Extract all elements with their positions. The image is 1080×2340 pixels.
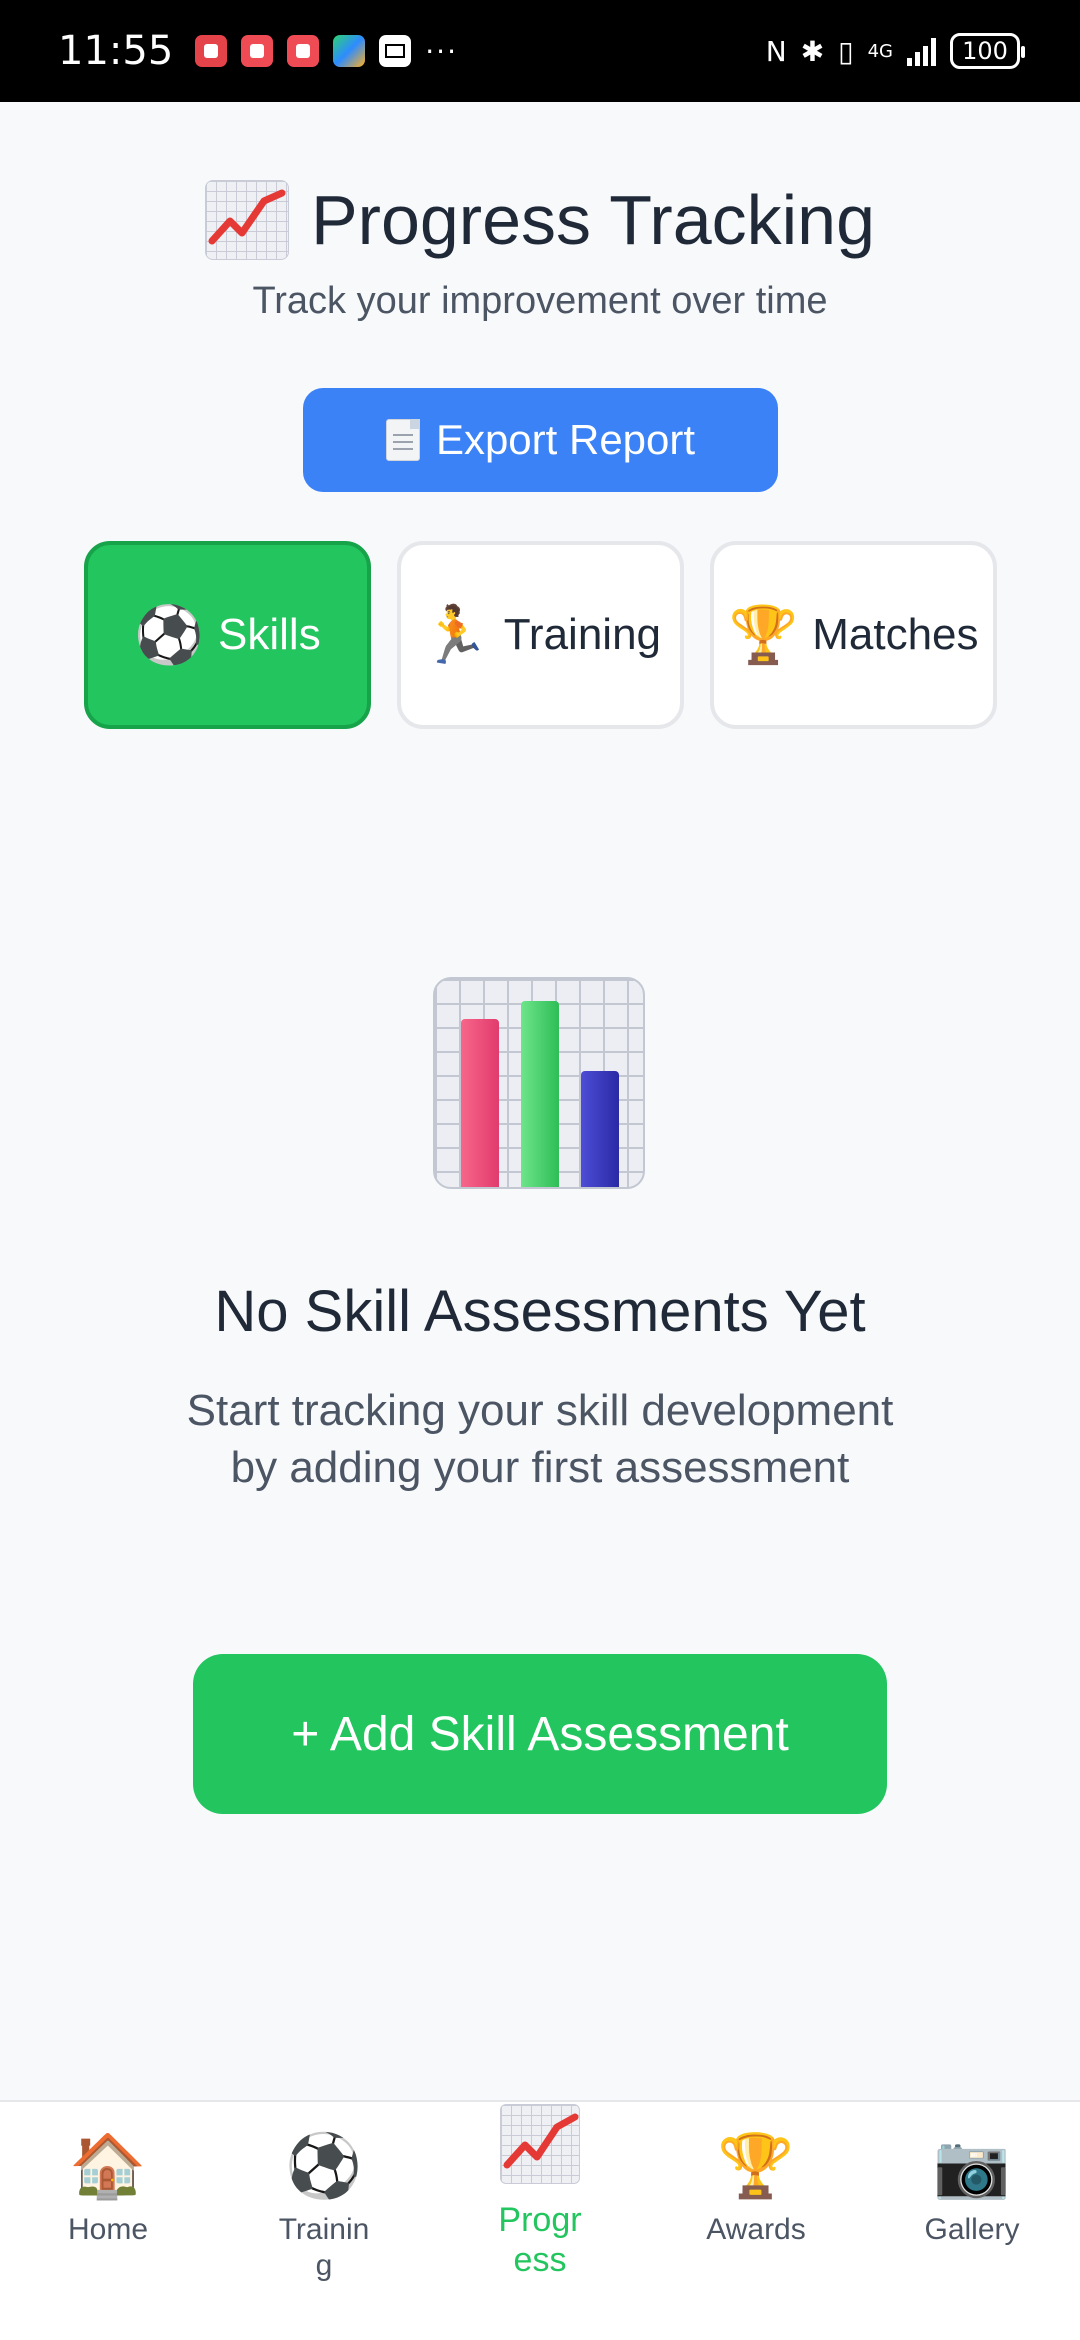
export-report-label: Export Report: [435, 416, 696, 463]
trophy-icon: 🏆: [717, 2132, 795, 2201]
runner-icon: 🏃: [419, 603, 490, 666]
signal-icon: [907, 36, 936, 66]
tab-skills[interactable]: ⚽ Skills: [84, 541, 371, 729]
trophy-icon: 🏆: [728, 603, 799, 666]
book-notification-icon: [241, 35, 274, 67]
bluetooth-icon: ✱: [800, 34, 825, 68]
status-right: N ✱ ▯ 4G 100: [765, 33, 1025, 69]
nav-awards[interactable]: 🏆 Awards: [648, 2102, 864, 2340]
empty-state-text: Start tracking your skill development by…: [186, 1386, 894, 1492]
more-notifications-icon: ···: [425, 34, 458, 68]
add-skill-assessment-button[interactable]: + Add Skill Assessment: [193, 1654, 887, 1814]
nav-progress-label: Progress: [498, 2201, 582, 2279]
tab-matches[interactable]: 🏆 Matches: [710, 541, 997, 729]
clock: 11:55: [58, 28, 174, 74]
tab-training-label: Training: [503, 610, 662, 659]
nav-training-label: Training: [278, 2213, 370, 2282]
camera-icon: 📷: [933, 2132, 1011, 2201]
bottom-navigation: 🏠 Home ⚽ Training Progress 🏆 Awards 📷 Ga…: [0, 2100, 1080, 2340]
house-icon: 🏠: [69, 2132, 147, 2201]
tab-skills-label: Skills: [218, 610, 321, 659]
nfc-icon: N: [765, 34, 787, 68]
bar-chart-icon: [433, 977, 645, 1189]
chart-increasing-icon: [500, 2104, 580, 2184]
empty-state-title: No Skill Assessments Yet: [214, 1279, 866, 1344]
bar-chart-icon-bar-green: [521, 1001, 559, 1187]
category-tabs: ⚽ Skills 🏃 Training 🏆 Matches: [84, 541, 997, 729]
missed-call-notification-icon: [195, 35, 228, 67]
page-header: Progress Tracking Track your improvement…: [0, 180, 1080, 323]
tab-matches-label: Matches: [812, 610, 979, 659]
bar-chart-icon-bar-blue: [581, 1071, 619, 1187]
battery-icon: 100: [950, 33, 1025, 69]
page-title-text: Progress Tracking: [310, 181, 876, 259]
book-notification-icon-2: [287, 35, 320, 67]
puzzle-notification-icon: [333, 35, 366, 67]
status-left: 11:55 ···: [58, 28, 458, 74]
tab-training[interactable]: 🏃 Training: [397, 541, 684, 729]
soccer-ball-icon: ⚽: [134, 603, 205, 666]
export-report-button[interactable]: Export Report: [303, 388, 778, 492]
page-title: Progress Tracking: [0, 180, 1080, 260]
chart-increasing-icon: [204, 180, 289, 260]
document-icon: [385, 419, 420, 461]
nav-training[interactable]: ⚽ Training: [216, 2102, 432, 2340]
network-type: 4G: [867, 40, 893, 62]
nav-gallery-label: Gallery: [924, 2213, 1020, 2246]
battery-level: 100: [962, 37, 1008, 65]
soccer-ball-icon: ⚽: [285, 2132, 363, 2201]
nav-awards-label: Awards: [706, 2213, 806, 2246]
mail-notification-icon: [379, 35, 412, 67]
nav-progress[interactable]: Progress: [432, 2102, 648, 2340]
bar-chart-icon-bar-pink: [461, 1019, 499, 1187]
status-bar: 11:55 ··· N ✱ ▯ 4G 100: [0, 0, 1080, 102]
nav-gallery[interactable]: 📷 Gallery: [864, 2102, 1080, 2340]
nav-home-label: Home: [67, 2213, 149, 2246]
nav-home[interactable]: 🏠 Home: [0, 2102, 216, 2340]
page-subtitle: Track your improvement over time: [252, 280, 828, 322]
vibrate-icon: ▯: [838, 34, 854, 68]
